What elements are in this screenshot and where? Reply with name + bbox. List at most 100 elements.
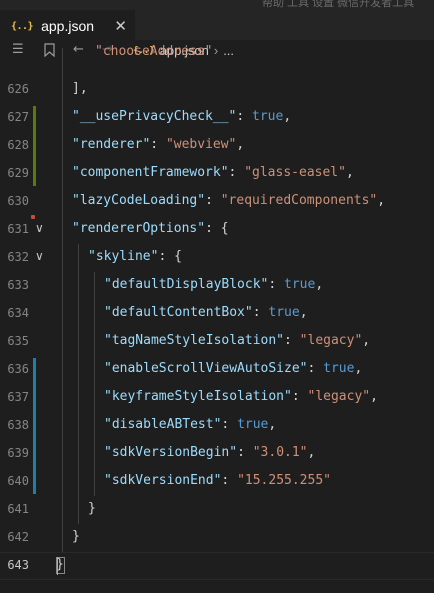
code-token: , xyxy=(307,445,316,460)
line-number: 634 xyxy=(7,306,29,320)
code-token: "componentFramework" xyxy=(72,165,229,180)
code-token: : xyxy=(228,165,245,180)
code-line[interactable]: 641} xyxy=(0,496,434,524)
code-line[interactable]: 631 ∨ "rendererOptions": { xyxy=(0,216,434,244)
code-token: : xyxy=(236,109,253,124)
code-line[interactable]: 636 "enableScrollViewAutoSize": true, xyxy=(0,356,434,384)
code-token: ], xyxy=(72,81,88,96)
fold-chevron-icon[interactable]: ∨ xyxy=(35,249,44,263)
line-number: 643 xyxy=(7,558,29,572)
text-cursor xyxy=(57,557,58,575)
code-text: "sdkVersionBegin": "3.0.1", xyxy=(104,445,315,460)
code-text: "keyframeStyleIsolation": "legacy", xyxy=(104,389,378,404)
menu-bar-fragment: 帮助 工具 设置 微信开发者工具 xyxy=(262,0,415,9)
line-number: 637 xyxy=(7,390,29,404)
tab-bar: {..} app.json ✕ xyxy=(0,10,434,41)
code-line[interactable]: "chooseAddress" xyxy=(0,44,434,76)
code-line[interactable]: 640 "sdkVersionEnd": "15.255.255" xyxy=(0,468,434,496)
code-token: "requiredComponents" xyxy=(220,193,378,208)
code-text: "__usePrivacyCheck__": true, xyxy=(72,109,291,124)
code-line[interactable]: 634 "defaultContentBox": true, xyxy=(0,300,434,328)
code-token: "tagNameStyleIsolation" xyxy=(104,333,285,348)
close-tab-icon[interactable]: ✕ xyxy=(114,17,127,35)
code-text: "sdkVersionEnd": "15.255.255" xyxy=(104,473,331,488)
code-text: "disableABTest": true, xyxy=(104,417,276,432)
code-token: "renderer" xyxy=(72,137,151,152)
line-number: 630 xyxy=(7,194,29,208)
code-token: , xyxy=(345,165,354,180)
code-token: "rendererOptions" xyxy=(72,221,206,236)
tab-app-json[interactable]: {..} app.json ✕ xyxy=(0,10,135,41)
line-number: 631 xyxy=(7,222,29,236)
code-token: , xyxy=(362,333,371,348)
code-text: "tagNameStyleIsolation": "legacy", xyxy=(104,333,370,348)
code-token: : xyxy=(205,193,221,208)
code-line[interactable]: 627 "__usePrivacyCheck__": true, xyxy=(0,104,434,132)
code-token: : { xyxy=(205,221,229,236)
code-line[interactable]: 626], xyxy=(0,76,434,104)
code-line[interactable]: 635 "tagNameStyleIsolation": "legacy", xyxy=(0,328,434,356)
line-number: 632 xyxy=(7,250,29,264)
code-token: : xyxy=(252,305,269,320)
code-token: : xyxy=(237,445,253,460)
line-number: 635 xyxy=(7,334,29,348)
code-text: "chooseAddress" xyxy=(95,44,212,59)
tab-label: app.json xyxy=(41,18,95,34)
code-token: : { xyxy=(158,249,182,264)
code-token: } xyxy=(72,529,80,544)
code-token: "lazyCodeLoading" xyxy=(72,193,206,208)
code-line[interactable]: 643} xyxy=(0,552,434,580)
line-number: 636 xyxy=(7,362,29,376)
code-token: "chooseAddress" xyxy=(95,44,213,59)
code-token: : xyxy=(221,473,238,488)
code-line[interactable]: 630 "lazyCodeLoading": "requiredComponent… xyxy=(0,188,434,216)
code-text: "defaultDisplayBlock": true, xyxy=(104,277,323,292)
fold-chevron-icon[interactable]: ∨ xyxy=(35,221,44,235)
code-token: "sdkVersionBegin" xyxy=(104,445,238,460)
code-token: , xyxy=(377,193,386,208)
code-line[interactable]: 633 "defaultDisplayBlock": true, xyxy=(0,272,434,300)
code-token: : xyxy=(221,417,238,432)
code-token: "__usePrivacyCheck__" xyxy=(72,109,237,124)
code-token: "legacy" xyxy=(299,333,363,348)
code-line[interactable]: 632 ∨ "skyline": { xyxy=(0,244,434,272)
code-token: : xyxy=(291,389,308,404)
code-token: true xyxy=(323,361,355,376)
code-token: "legacy" xyxy=(307,389,371,404)
code-token: "disableABTest" xyxy=(104,417,222,432)
code-token: : xyxy=(268,277,285,292)
line-number: 640 xyxy=(7,474,29,488)
code-token: : xyxy=(284,333,300,348)
code-token: , xyxy=(315,277,324,292)
code-token: : xyxy=(150,137,166,152)
line-number: 626 xyxy=(7,82,29,96)
code-line[interactable]: 629 "componentFramework": "glass-easel", xyxy=(0,160,434,188)
code-token: , xyxy=(283,109,292,124)
code-token: "glass-easel" xyxy=(244,165,346,180)
code-line[interactable]: 639 "sdkVersionBegin": "3.0.1", xyxy=(0,440,434,468)
code-token: , xyxy=(299,305,308,320)
json-file-icon: {..} xyxy=(11,20,34,32)
code-line[interactable]: 628 "renderer": "webview", xyxy=(0,132,434,160)
code-text: "renderer": "webview", xyxy=(72,137,244,152)
code-text: ], xyxy=(72,81,88,96)
code-token: "skyline" xyxy=(88,249,159,264)
code-token: "webview" xyxy=(165,137,237,152)
code-line[interactable]: 637 "keyframeStyleIsolation": "legacy", xyxy=(0,384,434,412)
code-line[interactable]: 642} xyxy=(0,524,434,552)
code-token: true xyxy=(252,109,284,124)
code-token: true xyxy=(284,277,316,292)
window-title-strip: 帮助 工具 设置 微信开发者工具 xyxy=(0,0,434,10)
code-text: "skyline": { xyxy=(88,249,182,264)
code-text: "componentFramework": "glass-easel", xyxy=(72,165,354,180)
code-text: } xyxy=(72,529,80,544)
code-line[interactable]: 638 "disableABTest": true, xyxy=(0,412,434,440)
code-editor[interactable]: "chooseAddress" 626], 627 "__usePrivacyChec… xyxy=(0,44,434,593)
code-text: } xyxy=(88,501,96,516)
code-token: "defaultContentBox" xyxy=(104,305,253,320)
line-number: 641 xyxy=(7,502,29,516)
code-token: , xyxy=(354,361,363,376)
line-number: 627 xyxy=(7,110,29,124)
code-token: "3.0.1" xyxy=(252,445,308,460)
breakpoint-marker-icon xyxy=(31,215,35,219)
